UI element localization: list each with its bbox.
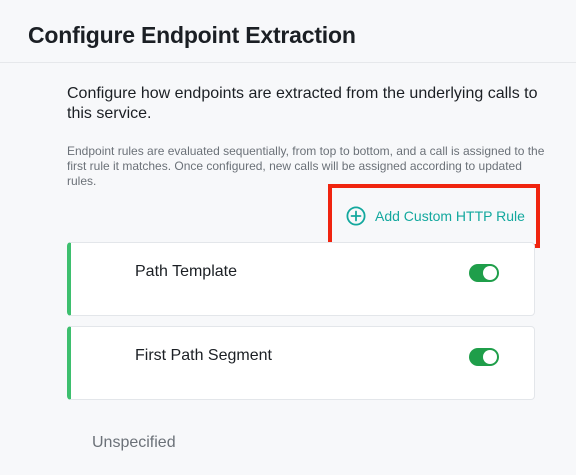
rule-card-first-path-segment[interactable]: First Path Segment [67, 326, 535, 400]
add-custom-http-rule-label: Add Custom HTTP Rule [375, 208, 525, 224]
rule-enabled-toggle[interactable] [469, 264, 499, 282]
plus-circle-icon [346, 206, 366, 226]
toggle-knob [483, 266, 497, 280]
help-text: Endpoint rules are evaluated sequentiall… [67, 144, 545, 188]
intro-text: Configure how endpoints are extracted fr… [67, 85, 538, 122]
unspecified-label: Unspecified [92, 434, 176, 451]
rule-name: First Path Segment [135, 347, 272, 364]
add-custom-http-rule-button[interactable]: Add Custom HTTP Rule [328, 184, 540, 248]
rule-card-path-template[interactable]: Path Template [67, 242, 535, 316]
rule-name: Path Template [135, 263, 237, 280]
header-divider [0, 62, 576, 63]
page-title: Configure Endpoint Extraction [28, 22, 356, 48]
rule-enabled-toggle[interactable] [469, 348, 499, 366]
toggle-knob [483, 350, 497, 364]
